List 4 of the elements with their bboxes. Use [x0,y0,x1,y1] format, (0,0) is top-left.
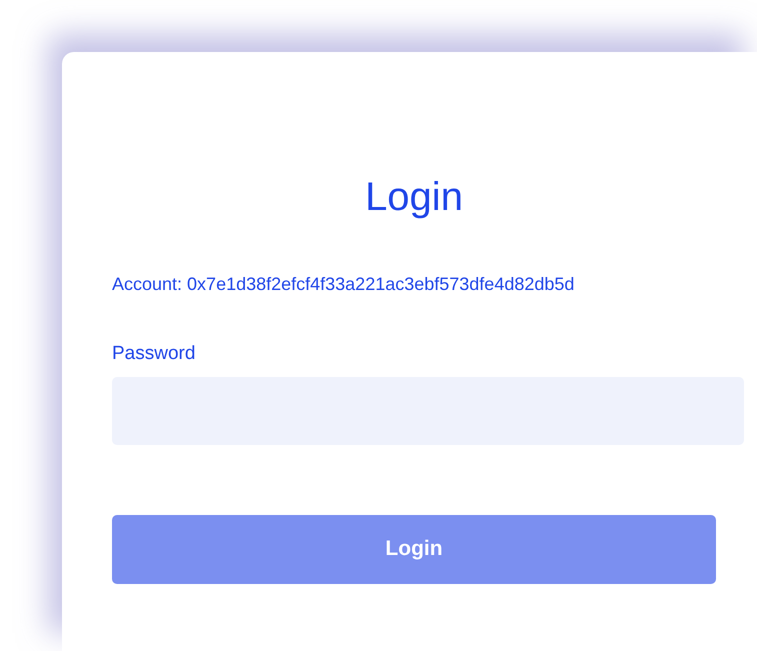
account-address: Account: 0x7e1d38f2efcf4f33a221ac3ebf573dfe4d82db5d [112,273,576,296]
password-label: Password [112,342,196,366]
login-heading: Login [364,174,464,220]
login-button[interactable]: Login [112,514,716,584]
